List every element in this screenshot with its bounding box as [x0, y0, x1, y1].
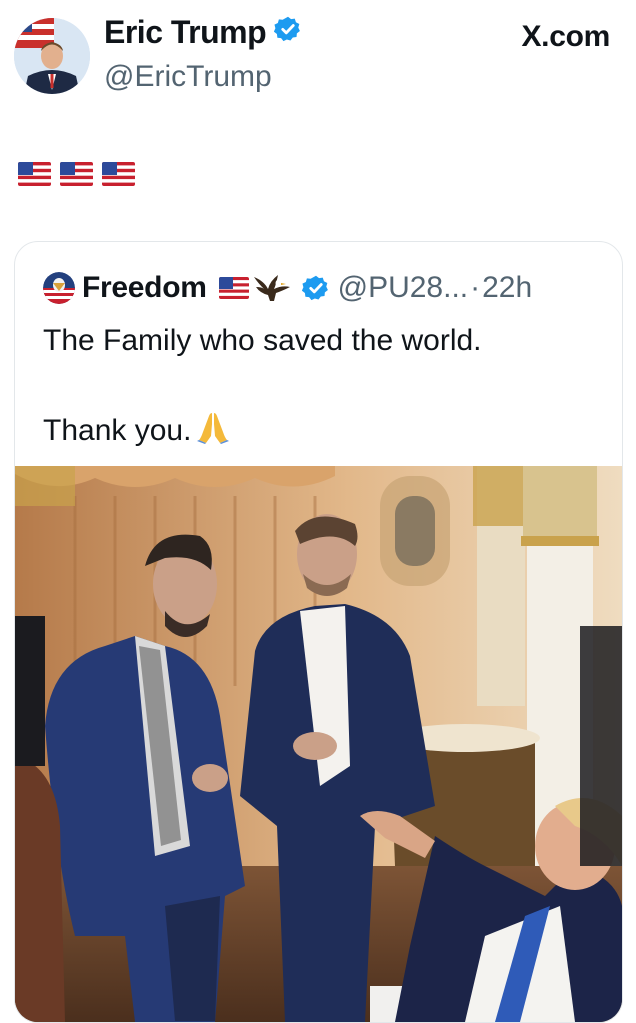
author-name[interactable]: Eric Trump: [104, 14, 302, 51]
quoted-post-card[interactable]: Freedom @PU28... · 22h The Family who sa…: [14, 241, 623, 1023]
quoted-post-text-content: The Family who saved the world. Thank yo…: [43, 324, 482, 447]
post-text: [18, 162, 135, 186]
folded-hands-icon: [197, 410, 230, 457]
us-flag-icon: [218, 277, 249, 299]
site-label: X.com: [521, 20, 610, 53]
author-handle[interactable]: @EricTrump: [104, 60, 272, 94]
us-flag-icon: [60, 162, 93, 186]
separator-dot: ·: [470, 271, 481, 304]
verified-badge-icon: [301, 274, 330, 302]
quoted-post-time[interactable]: 22h: [482, 271, 532, 305]
photo-icon: [15, 466, 622, 1022]
quoted-post-text: The Family who saved the world. Thank yo…: [43, 318, 603, 457]
author-name-text[interactable]: Eric Trump: [104, 14, 267, 51]
us-flag-icon: [18, 162, 51, 186]
verified-badge-icon: [274, 14, 302, 51]
us-flag-icon: [102, 162, 135, 186]
quoted-author-name[interactable]: Freedom: [82, 271, 207, 305]
author-avatar[interactable]: [14, 18, 90, 94]
quoted-author-handle[interactable]: @PU28...: [338, 271, 469, 305]
quoted-post-photo[interactable]: [15, 466, 622, 1022]
quoted-post-header: Freedom @PU28... · 22h: [43, 268, 532, 308]
eagle-icon: [253, 275, 290, 301]
quoted-author-avatar[interactable]: [43, 272, 75, 304]
